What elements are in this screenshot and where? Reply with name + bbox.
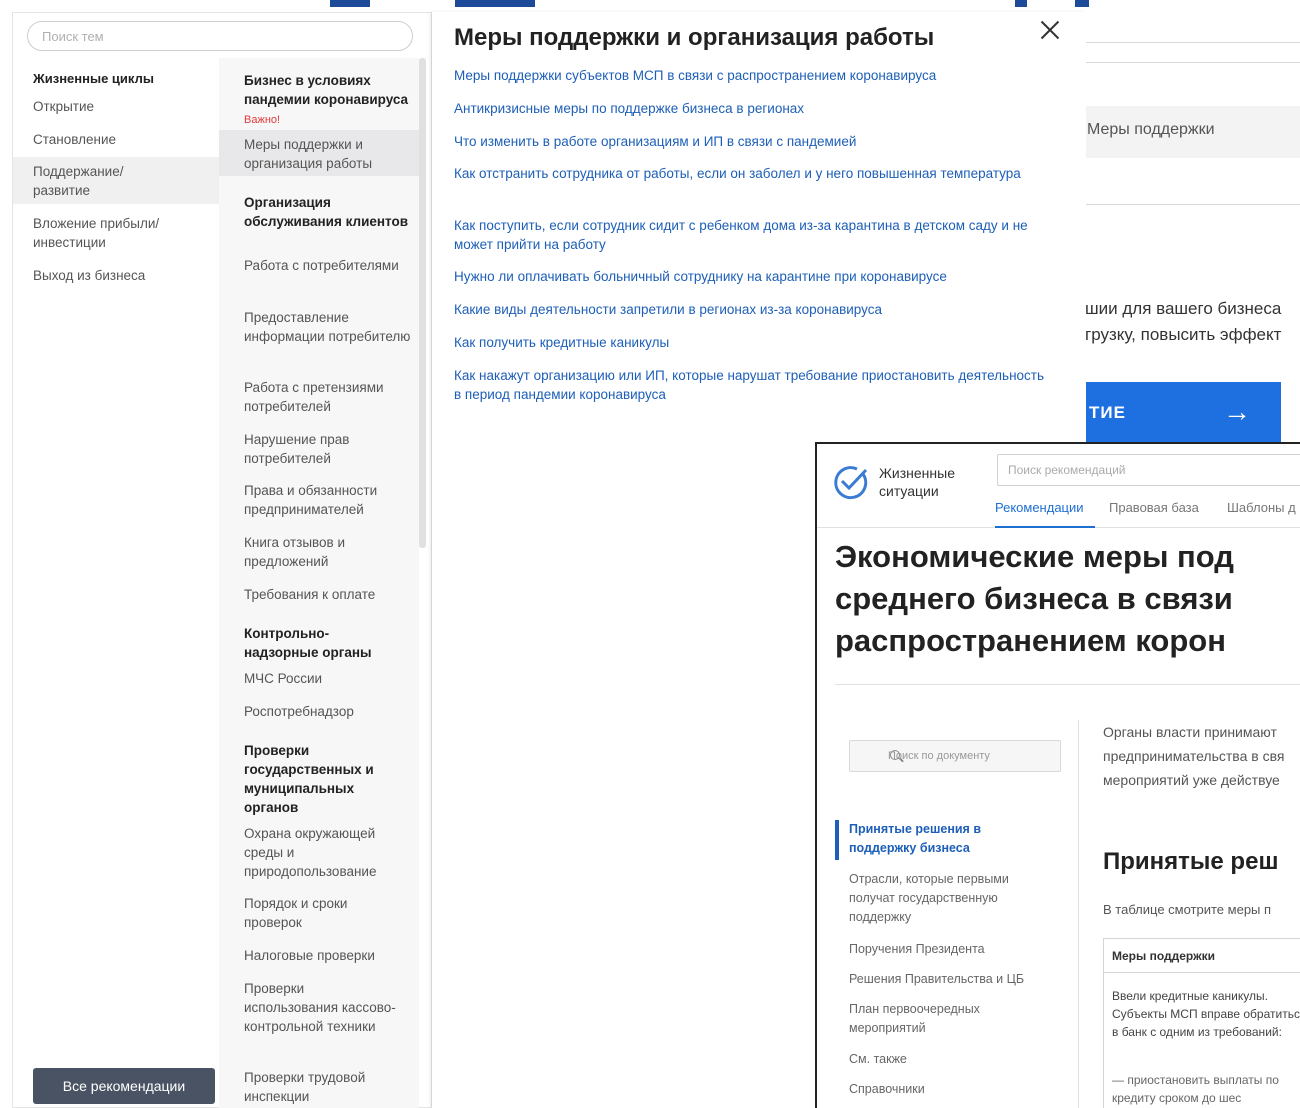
topic-item[interactable]: Нарушение прав потребителей bbox=[219, 430, 419, 468]
lifecycle-item-active[interactable]: Поддержание/ развитие bbox=[13, 157, 219, 204]
article-title: Меры поддержки и организация работы bbox=[454, 24, 935, 51]
body-text-line: Органы власти принимают bbox=[1103, 724, 1277, 740]
document-search-input[interactable] bbox=[850, 741, 1060, 771]
recommendation-search-input[interactable] bbox=[998, 455, 1300, 485]
doc-nav-item[interactable]: Решения Правительства и ЦБ bbox=[849, 970, 1059, 989]
topics-nav-panel: Жизненные циклы Открытие Становление Под… bbox=[12, 12, 432, 1108]
topic-item[interactable]: Порядок и сроки проверок bbox=[219, 894, 419, 932]
checkmark-logo-icon bbox=[834, 466, 868, 500]
topic-item[interactable]: Проверки трудовой инспекции bbox=[219, 1068, 419, 1106]
search-icon bbox=[890, 750, 900, 760]
card-headline: Экономические меры под среднего бизнеса … bbox=[835, 536, 1300, 662]
tab-recommendations[interactable]: Рекомендации bbox=[995, 500, 1084, 515]
divider bbox=[1085, 204, 1300, 205]
background-text-line: грузку, повысить эффект bbox=[1085, 325, 1282, 344]
document-search-field[interactable] bbox=[849, 740, 1061, 772]
body-text-line: мероприятий уже действуе bbox=[1103, 772, 1280, 788]
headline-line: распространением корон bbox=[835, 623, 1226, 658]
recommendation-search-field[interactable] bbox=[997, 454, 1300, 486]
section-title: Принятые реш bbox=[1103, 848, 1279, 875]
support-measures-table: Меры поддержки Ввели кредитные каникулы.… bbox=[1103, 938, 1300, 1108]
topic-group-heading[interactable]: Проверки государственных и муниципальных… bbox=[219, 741, 419, 817]
article-link[interactable]: Как отстранить сотрудника от работы, есл… bbox=[454, 164, 1044, 183]
lifecycle-heading: Жизненные циклы bbox=[33, 71, 154, 86]
document-sidebar: Принятые решения в поддержку бизнеса Отр… bbox=[835, 720, 1079, 1108]
topics-column: Бизнес в условиях пандемии коронавируса … bbox=[219, 58, 419, 1108]
background-nav-item[interactable]: Меры поддержки bbox=[1085, 106, 1300, 158]
important-badge: Важно! bbox=[244, 114, 281, 126]
doc-nav-item-active[interactable]: Принятые решения в поддержку бизнеса bbox=[849, 820, 999, 858]
card-header: Жизненные ситуации Рекомендации Правовая… bbox=[817, 444, 1300, 528]
topic-item[interactable]: Работа с потребителями bbox=[219, 256, 419, 275]
arrow-right-icon: → bbox=[1223, 396, 1251, 427]
table-header: Меры поддержки bbox=[1104, 939, 1300, 973]
article-link[interactable]: Какие виды деятельности запретили в реги… bbox=[454, 300, 1044, 319]
topic-item[interactable]: Права и обязанности предпринимателей bbox=[219, 481, 419, 519]
life-situations-screenshot: Жизненные ситуации Рекомендации Правовая… bbox=[815, 442, 1300, 1108]
article-link[interactable]: Антикризисные меры по поддержке бизнеса … bbox=[454, 99, 1044, 118]
active-tab-indicator bbox=[995, 526, 1095, 528]
divider bbox=[1085, 62, 1300, 63]
article-link[interactable]: Как накажут организацию или ИП, которые … bbox=[454, 366, 1044, 404]
group-title: Бизнес в условиях пандемии коронавируса bbox=[244, 73, 409, 107]
topic-item-active[interactable]: Меры поддержки и организация работы bbox=[219, 130, 419, 176]
divider bbox=[1085, 42, 1300, 43]
header-fragment bbox=[1015, 0, 1027, 7]
article-link[interactable]: Как получить кредитные каникулы bbox=[454, 333, 1044, 352]
doc-nav-item[interactable]: Справочники bbox=[849, 1080, 1059, 1099]
topics-scrollbar[interactable] bbox=[419, 58, 426, 548]
lifecycle-column: Жизненные циклы Открытие Становление Под… bbox=[13, 58, 219, 1108]
header-fragment bbox=[1075, 0, 1089, 7]
topic-item[interactable]: Роспотребнадзор bbox=[219, 702, 419, 721]
doc-nav-item[interactable]: План первоочередных мероприятий bbox=[849, 1000, 1019, 1038]
lifecycle-item[interactable]: Открытие bbox=[13, 97, 219, 116]
lifecycle-item[interactable]: Вложение прибыли/ инвестиции bbox=[13, 214, 219, 252]
tab-legal-base[interactable]: Правовая база bbox=[1109, 500, 1199, 515]
table-cell: Ввели кредитные каникулы. Субъекты МСП в… bbox=[1112, 989, 1300, 1039]
table-cell: — приостановить выплаты по кредиту сроко… bbox=[1112, 1073, 1279, 1105]
headline-line: среднего бизнеса в связи bbox=[835, 581, 1233, 616]
doc-nav-item[interactable]: Отрасли, которые первыми получат государ… bbox=[849, 870, 1049, 927]
body-text-line: предпринимательства в свя bbox=[1103, 748, 1285, 764]
background-cta-button[interactable]: ТИЕ → bbox=[1085, 382, 1281, 444]
logo-text: Жизненные ситуации bbox=[879, 465, 955, 499]
measures-label: Меры поддержки bbox=[1087, 121, 1215, 138]
topic-item[interactable]: Предоставление информации потребителю bbox=[219, 308, 419, 346]
close-icon[interactable] bbox=[1038, 18, 1062, 42]
section-note: В таблице смотрите меры п bbox=[1103, 902, 1272, 917]
doc-nav-item[interactable]: См. также bbox=[849, 1050, 1059, 1069]
topic-group-heading[interactable]: Организация обслуживания клиентов bbox=[219, 193, 419, 231]
topic-search-field[interactable] bbox=[27, 21, 413, 51]
topic-item[interactable]: Требования к оплате bbox=[219, 585, 419, 604]
doc-nav-item[interactable]: Поручения Президента bbox=[849, 940, 1059, 959]
all-recommendations-button[interactable]: Все рекомендации bbox=[33, 1068, 215, 1104]
divider bbox=[835, 684, 1300, 685]
topic-item[interactable]: Налоговые проверки bbox=[219, 946, 419, 965]
article-link[interactable]: Нужно ли оплачивать больничный сотрудник… bbox=[454, 267, 1044, 286]
header-fragment bbox=[330, 0, 370, 7]
topic-item[interactable]: Книга отзывов и предложений bbox=[219, 533, 419, 571]
topic-item[interactable]: МЧС России bbox=[219, 669, 419, 688]
lifecycle-item[interactable]: Становление bbox=[13, 130, 219, 149]
topic-item[interactable]: Охрана окружающей среды и природопользов… bbox=[219, 824, 419, 881]
header-fragment bbox=[455, 0, 535, 7]
topic-item[interactable]: Проверки использования кассово-контрольн… bbox=[219, 979, 419, 1036]
topic-item[interactable]: Работа с претензиями потребителей bbox=[219, 378, 419, 416]
cta-label: ТИЕ bbox=[1089, 403, 1126, 422]
article-link[interactable]: Как поступить, если сотрудник сидит с ре… bbox=[454, 216, 1044, 254]
topic-search-input[interactable] bbox=[28, 22, 412, 50]
topic-group-heading[interactable]: Бизнес в условиях пандемии коронавируса … bbox=[219, 71, 419, 130]
topic-group-heading[interactable]: Контрольно-надзорные органы bbox=[219, 624, 419, 662]
article-link[interactable]: Что изменить в работе организациям и ИП … bbox=[454, 132, 1044, 151]
tab-templates[interactable]: Шаблоны д bbox=[1227, 500, 1296, 515]
active-section-indicator bbox=[835, 820, 839, 860]
headline-line: Экономические меры под bbox=[835, 539, 1234, 574]
lifecycle-item[interactable]: Выход из бизнеса bbox=[13, 266, 219, 285]
background-text-line: шии для вашего бизнеса bbox=[1085, 299, 1282, 318]
article-link[interactable]: Меры поддержки субъектов МСП в связи с р… bbox=[454, 66, 1044, 85]
